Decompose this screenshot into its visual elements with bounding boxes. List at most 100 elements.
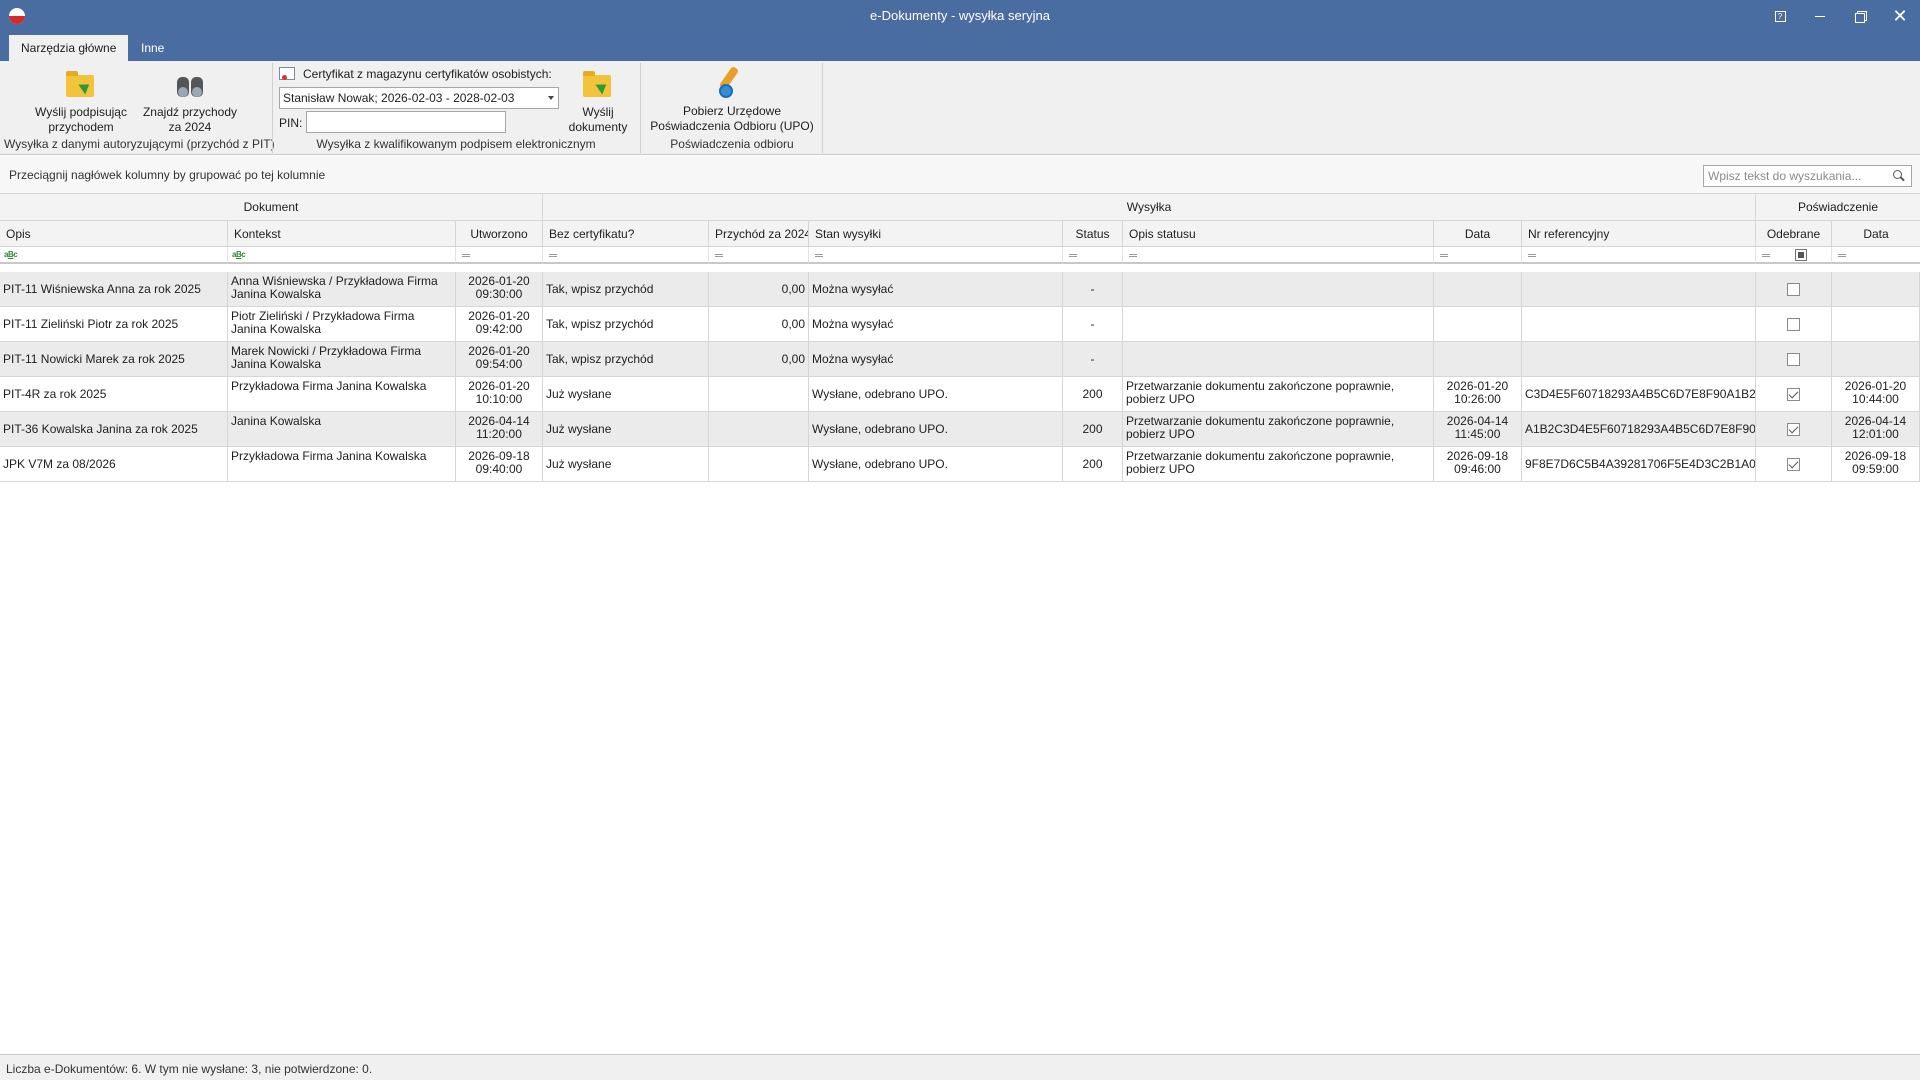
column-header-kontekst[interactable]: Kontekst <box>228 221 456 247</box>
restore-button[interactable] <box>1840 0 1880 32</box>
cell-kontekst[interactable]: Przykładowa Firma Janina Kowalska <box>228 447 456 481</box>
filter-cell-stan-wysylki[interactable] <box>809 247 1063 264</box>
cell-nr-ref[interactable]: 9F8E7D6C5B4A39281706F5E4D3C2B1A0 <box>1522 447 1756 481</box>
cell-bez-cert[interactable]: Tak, wpisz przychód <box>543 272 709 306</box>
band-shipping[interactable]: Wysyłka <box>543 194 1756 221</box>
filter-cell-odebrane[interactable] <box>1756 247 1832 264</box>
cell-bez-cert[interactable]: Już wysłane <box>543 377 709 411</box>
table-row[interactable]: PIT-36 Kowalska Janina za rok 2025 Janina… <box>0 412 1920 447</box>
cell-odebrane[interactable] <box>1756 377 1832 411</box>
cell-data[interactable] <box>1434 342 1522 376</box>
column-header-data-upo[interactable]: Data <box>1832 221 1920 247</box>
cell-kontekst[interactable]: Janina Kowalska <box>228 412 456 446</box>
cell-opis[interactable]: PIT-4R za rok 2025 <box>0 377 228 411</box>
cell-opis[interactable]: PIT-11 Zieliński Piotr za rok 2025 <box>0 307 228 341</box>
filter-cell-bez-certyfikatu[interactable] <box>543 247 709 264</box>
cell-utw[interactable]: 2026-04-14 11:20:00 <box>456 412 543 446</box>
cell-utw[interactable]: 2026-01-20 09:54:00 <box>456 342 543 376</box>
cell-nr-ref[interactable] <box>1522 342 1756 376</box>
cell-upo[interactable] <box>1832 342 1920 376</box>
table-row[interactable]: PIT-11 Zieliński Piotr za rok 2025 Piotr … <box>0 307 1920 342</box>
cell-stan[interactable]: Można wysyłać <box>809 342 1063 376</box>
send-documents-button[interactable]: Wyślij dokumenty <box>560 69 636 135</box>
cell-upo[interactable] <box>1832 307 1920 341</box>
received-checkbox[interactable] <box>1787 282 1800 296</box>
cell-opis-statusu[interactable] <box>1123 342 1434 376</box>
received-checkbox[interactable] <box>1787 317 1800 331</box>
cell-bez-cert[interactable]: Tak, wpisz przychód <box>543 307 709 341</box>
filter-cell-data-upo[interactable] <box>1832 247 1920 264</box>
column-header-utworzono[interactable]: Utworzono <box>456 221 543 247</box>
help-button[interactable]: ? <box>1760 0 1800 32</box>
cell-data[interactable]: 2026-09-18 09:46:00 <box>1434 447 1522 481</box>
received-checkbox[interactable] <box>1787 422 1800 436</box>
cell-kontekst[interactable]: Anna Wiśniewska / Przykładowa Firma Jani… <box>228 272 456 306</box>
filter-cell-kontekst[interactable]: aBc <box>228 247 456 264</box>
filter-cell-data[interactable] <box>1434 247 1522 264</box>
cell-data[interactable]: 2026-01-20 10:26:00 <box>1434 377 1522 411</box>
column-header-bez-certyfikatu[interactable]: Bez certyfikatu? <box>543 221 709 247</box>
cell-upo[interactable]: 2026-09-18 09:59:00 <box>1832 447 1920 481</box>
group-by-panel[interactable]: Przeciągnij nagłówek kolumny by grupować… <box>0 156 1920 194</box>
certificate-select[interactable]: Stanisław Nowak; 2026-02-03 - 2028-02-03 <box>279 87 559 109</box>
filter-checkbox[interactable] <box>1795 249 1807 261</box>
received-checkbox[interactable] <box>1787 457 1800 471</box>
download-upo-button[interactable]: Pobierz Urzędowe Poświadczenia Odbioru (… <box>644 64 820 134</box>
cell-status[interactable]: - <box>1063 342 1123 376</box>
cell-kontekst[interactable]: Piotr Zieliński / Przykładowa Firma Jani… <box>228 307 456 341</box>
pin-input[interactable] <box>306 111 506 133</box>
cell-odebrane[interactable] <box>1756 412 1832 446</box>
cell-odebrane[interactable] <box>1756 342 1832 376</box>
cell-stan[interactable]: Wysłane, odebrano UPO. <box>809 377 1063 411</box>
cell-nr-ref[interactable]: C3D4E5F60718293A4B5C6D7E8F90A1B2 <box>1522 377 1756 411</box>
column-header-odebrane[interactable]: Odebrane <box>1756 221 1832 247</box>
cell-przychod[interactable] <box>709 377 809 411</box>
tab-main-tools[interactable]: Narzędzia główne <box>9 35 129 61</box>
column-header-nr-referencyjny[interactable]: Nr referencyjny <box>1522 221 1756 247</box>
table-row[interactable]: PIT-4R za rok 2025 Przykładowa Firma Jani… <box>0 377 1920 412</box>
minimize-button[interactable] <box>1800 0 1840 32</box>
cell-odebrane[interactable] <box>1756 307 1832 341</box>
column-header-opis-statusu[interactable]: Opis statusu <box>1123 221 1434 247</box>
column-header-data[interactable]: Data <box>1434 221 1522 247</box>
cell-kontekst[interactable]: Przykładowa Firma Janina Kowalska <box>228 377 456 411</box>
cell-utw[interactable]: 2026-01-20 09:42:00 <box>456 307 543 341</box>
cell-status[interactable]: - <box>1063 272 1123 306</box>
cell-nr-ref[interactable] <box>1522 307 1756 341</box>
table-row[interactable]: PIT-11 Nowicki Marek za rok 2025 Marek No… <box>0 342 1920 377</box>
cell-utw[interactable]: 2026-09-18 09:40:00 <box>456 447 543 481</box>
cell-stan[interactable]: Można wysyłać <box>809 272 1063 306</box>
cell-opis-statusu[interactable]: Przetwarzanie dokumentu zakończone popra… <box>1123 377 1434 411</box>
close-button[interactable]: ✕ <box>1880 0 1920 32</box>
cell-stan[interactable]: Wysłane, odebrano UPO. <box>809 412 1063 446</box>
cell-kontekst[interactable]: Marek Nowicki / Przykładowa Firma Janina… <box>228 342 456 376</box>
cell-nr-ref[interactable]: A1B2C3D4E5F60718293A4B5C6D7E8F90 <box>1522 412 1756 446</box>
cell-opis-statusu[interactable] <box>1123 272 1434 306</box>
filter-cell-przychod[interactable] <box>709 247 809 264</box>
filter-cell-nr-referencyjny[interactable] <box>1522 247 1756 264</box>
cell-opis-statusu[interactable]: Przetwarzanie dokumentu zakończone popra… <box>1123 412 1434 446</box>
filter-cell-status[interactable] <box>1063 247 1123 264</box>
cell-status[interactable]: 200 <box>1063 412 1123 446</box>
band-document[interactable]: Dokument <box>0 194 543 221</box>
cell-przychod[interactable]: 0,00 <box>709 307 809 341</box>
table-row[interactable]: PIT-11 Wiśniewska Anna za rok 2025 Anna W… <box>0 272 1920 307</box>
column-header-status[interactable]: Status <box>1063 221 1123 247</box>
received-checkbox[interactable] <box>1787 387 1800 401</box>
cell-status[interactable]: 200 <box>1063 447 1123 481</box>
cell-status[interactable]: - <box>1063 307 1123 341</box>
cell-opis[interactable]: JPK V7M za 08/2026 <box>0 447 228 481</box>
send-with-income-button[interactable]: Wyślij podpisując przychodem <box>22 69 140 135</box>
cell-upo[interactable] <box>1832 272 1920 306</box>
cell-stan[interactable]: Wysłane, odebrano UPO. <box>809 447 1063 481</box>
filter-cell-utworzono[interactable] <box>456 247 543 264</box>
cell-przychod[interactable]: 0,00 <box>709 272 809 306</box>
table-row[interactable]: JPK V7M za 08/2026 Przykładowa Firma Jani… <box>0 447 1920 482</box>
column-header-opis[interactable]: Opis <box>0 221 228 247</box>
cell-data[interactable] <box>1434 307 1522 341</box>
cell-upo[interactable]: 2026-01-20 10:44:00 <box>1832 377 1920 411</box>
find-income-button[interactable]: Znajdź przychody za 2024 <box>135 69 245 135</box>
cell-upo[interactable]: 2026-04-14 12:01:00 <box>1832 412 1920 446</box>
band-receipt[interactable]: Poświadczenie <box>1756 194 1920 221</box>
cell-bez-cert[interactable]: Już wysłane <box>543 447 709 481</box>
